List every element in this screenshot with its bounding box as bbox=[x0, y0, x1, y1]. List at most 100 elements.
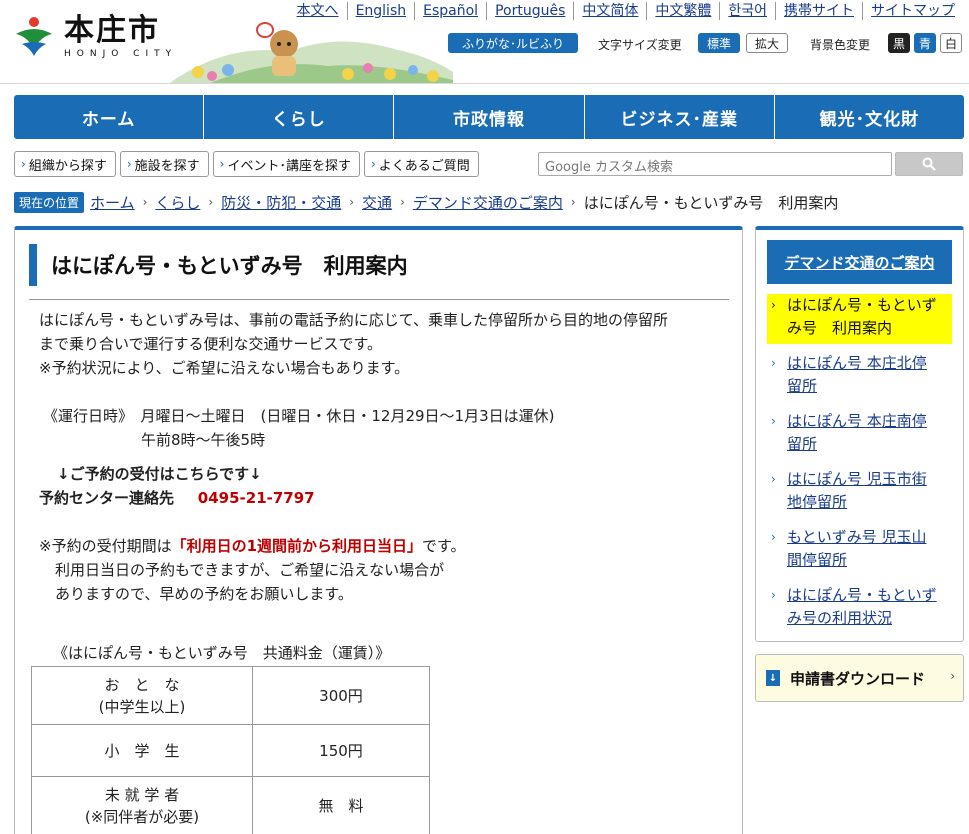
breadcrumb: 現在の位置 ホーム › くらし › 防災・防犯・交通 › 交通 › デマンド交通… bbox=[14, 190, 838, 214]
nav-city-info[interactable]: 市政情報 bbox=[393, 95, 583, 139]
breadcrumb-home[interactable]: ホーム bbox=[90, 192, 135, 213]
global-nav: ホーム くらし 市政情報 ビジネス･産業 観光･文化財 bbox=[14, 95, 964, 139]
table-row: お と な (中学生以上) 300円 bbox=[31, 666, 430, 725]
download-icon: ↓ bbox=[766, 670, 780, 686]
period-note-2: ありますので、早めの予約をお願いします。 bbox=[55, 585, 353, 603]
download-forms-button[interactable]: ↓ 申請書ダウンロード › bbox=[755, 654, 964, 702]
link-mobile-site[interactable]: 携帯サイト bbox=[775, 2, 862, 20]
fare-category-cell: 未 就 学 者 (※同伴者が必要) bbox=[31, 776, 253, 834]
city-emblem-icon bbox=[12, 14, 56, 58]
chevron-right-icon: › bbox=[219, 157, 225, 171]
fare-price-cell: 無 料 bbox=[252, 776, 430, 834]
reserve-phone: 0495-21-7797 bbox=[197, 489, 315, 507]
site-name: 本庄市 bbox=[64, 13, 160, 48]
chevron-right-icon: › bbox=[771, 588, 776, 602]
accessibility-tools: ふりがな･ルビふり 文字サイズ変更 標準 拡大 背景色変更 黒 青 白 bbox=[448, 33, 966, 55]
sidebar-heading[interactable]: デマンド交通のご案内 bbox=[767, 240, 952, 284]
nav-living[interactable]: くらし bbox=[203, 95, 393, 139]
sidebar-item-usage-guide[interactable]: › はにぽん号・もといず み号 利用案内 bbox=[767, 294, 952, 344]
bg-blue-button[interactable]: 青 bbox=[914, 33, 936, 53]
search-by-org-button[interactable]: › 組織から探す bbox=[14, 151, 116, 177]
bg-white-button[interactable]: 白 bbox=[940, 33, 962, 53]
chevron-right-icon: › bbox=[771, 298, 776, 312]
font-size-label: 文字サイズ変更 bbox=[598, 38, 682, 52]
fare-category-cell: 小 学 生 bbox=[31, 724, 253, 777]
chevron-right-icon: › bbox=[950, 669, 955, 683]
intro-line-1: はにぽん号・もといずみ号は、事前の電話予約に応じて、乗車した停留所から目的地の停… bbox=[39, 311, 668, 329]
intro-line-3: ※予約状況により、ご希望に沿えない場合もあります。 bbox=[39, 359, 410, 377]
sidebar-item-kodama-city[interactable]: › はにぽん号 児玉市街 地停留所 bbox=[767, 468, 952, 514]
site-logo[interactable]: 本庄市 HONJO CITY bbox=[12, 14, 177, 60]
search-input[interactable]: Google カスタム検索 bbox=[538, 152, 892, 176]
link-english[interactable]: English bbox=[346, 2, 415, 20]
title-accent-bar bbox=[29, 244, 37, 286]
link-sitemap[interactable]: サイトマップ bbox=[862, 2, 963, 20]
breadcrumb-label: 現在の位置 bbox=[14, 191, 85, 213]
schedule-line-1: 《運行日時》 月曜日～土曜日 (日曜日・休日・12月29日～1月3日は運休) bbox=[43, 407, 555, 425]
sidebar-item-kodama-mountain[interactable]: › もといずみ号 児玉山 間停留所 bbox=[767, 526, 952, 572]
sidebar-menu: デマンド交通のご案内 › はにぽん号・もといず み号 利用案内 › はにぽん号 … bbox=[755, 226, 964, 642]
breadcrumb-demand-transport[interactable]: デマンド交通のご案内 bbox=[413, 192, 563, 213]
table-row: 未 就 学 者 (※同伴者が必要) 無 料 bbox=[31, 776, 430, 834]
chevron-right-icon: › bbox=[349, 195, 355, 209]
fare-table: お と な (中学生以上) 300円 小 学 生 150円 未 就 学 者 (※… bbox=[31, 666, 430, 834]
search-button[interactable] bbox=[895, 152, 963, 176]
site-name-en: HONJO CITY bbox=[64, 49, 178, 59]
chevron-right-icon: › bbox=[771, 472, 776, 486]
breadcrumb-safety[interactable]: 防災・防犯・交通 bbox=[221, 192, 341, 213]
chevron-right-icon: › bbox=[771, 530, 776, 544]
sidebar-item-honjo-north[interactable]: › はにぽん号 本庄北停 留所 bbox=[767, 352, 952, 398]
mascot-illustration bbox=[168, 22, 453, 84]
reserve-label: 予約センター連絡先 bbox=[39, 489, 175, 507]
chevron-right-icon: › bbox=[771, 414, 776, 428]
search-by-facility-button[interactable]: › 施設を探す bbox=[119, 151, 209, 177]
fare-category-cell: お と な (中学生以上) bbox=[31, 666, 253, 725]
intro-line-2: まで乗り合いで運行する便利な交通サービスです。 bbox=[39, 335, 383, 353]
link-skip-to-content[interactable]: 本文へ bbox=[289, 2, 347, 20]
link-chinese-simplified[interactable]: 中文简体 bbox=[573, 2, 646, 20]
period-highlight: 「利用日の1週間前から利用日当日」 bbox=[171, 537, 423, 555]
link-korean[interactable]: 한국어 bbox=[719, 2, 775, 20]
breadcrumb-transport[interactable]: 交通 bbox=[362, 192, 392, 213]
chevron-right-icon: › bbox=[21, 157, 26, 171]
sidebar-item-usage-status[interactable]: › はにぽん号・もといず み号の利用状況 bbox=[767, 584, 952, 630]
reserve-heading: ↓ご予約の受付はこちらです↓ bbox=[57, 465, 262, 483]
period-note-1: 利用日当日の予約もできますが、ご希望に沿えない場合が bbox=[55, 561, 445, 579]
chevron-right-icon: › bbox=[142, 195, 148, 209]
breadcrumb-living[interactable]: くらし bbox=[155, 192, 200, 213]
fare-caption: 《はにぽん号・もといずみ号 共通料金（運賃）》 bbox=[53, 644, 391, 662]
link-chinese-traditional[interactable]: 中文繁體 bbox=[646, 2, 719, 20]
bg-black-button[interactable]: 黒 bbox=[888, 33, 910, 53]
chevron-right-icon: › bbox=[570, 195, 576, 209]
language-links: 本文へ English Español Português 中文简体 中文繁體 … bbox=[289, 2, 963, 20]
download-label: 申請書ダウンロード bbox=[790, 669, 926, 688]
chevron-right-icon: › bbox=[208, 195, 214, 209]
link-portugues[interactable]: Português bbox=[486, 2, 573, 20]
page-title-area: はにぽん号・もといずみ号 利用案内 bbox=[29, 242, 729, 300]
fare-price-cell: 300円 bbox=[252, 666, 430, 725]
site-header: 本庄市 HONJO CITY 本文へ English Español Portu… bbox=[0, 0, 969, 84]
sidebar-item-honjo-south[interactable]: › はにぽん号 本庄南停 留所 bbox=[767, 410, 952, 456]
nav-business[interactable]: ビジネス･産業 bbox=[583, 95, 774, 139]
schedule-line-2: 午前8時～午後5時 bbox=[141, 431, 266, 449]
nav-tourism[interactable]: 観光･文化財 bbox=[773, 95, 964, 139]
font-size-large-button[interactable]: 拡大 bbox=[746, 33, 788, 53]
period-line: ※予約の受付期間は「利用日の1週間前から利用日当日」です。 bbox=[39, 537, 466, 555]
link-espanol[interactable]: Español bbox=[414, 2, 486, 20]
ruby-button[interactable]: ふりがな･ルビふり bbox=[448, 33, 578, 53]
page-title: はにぽん号・もといずみ号 利用案内 bbox=[51, 254, 408, 278]
bg-color-label: 背景色変更 bbox=[810, 38, 871, 52]
breadcrumb-current: はにぽん号・もといずみ号 利用案内 bbox=[583, 193, 839, 212]
search-icon bbox=[922, 157, 936, 171]
faq-button[interactable]: › よくあるご質問 bbox=[363, 151, 479, 177]
chevron-right-icon: › bbox=[771, 356, 776, 370]
table-row: 小 学 生 150円 bbox=[31, 724, 430, 777]
font-size-normal-button[interactable]: 標準 bbox=[698, 33, 740, 53]
nav-home[interactable]: ホーム bbox=[14, 95, 203, 139]
chevron-right-icon: › bbox=[126, 157, 132, 171]
header-divider bbox=[0, 83, 969, 84]
search-events-button[interactable]: › イベント･講座を探す bbox=[212, 151, 360, 177]
chevron-right-icon: › bbox=[370, 157, 376, 171]
sub-nav: › 組織から探す › 施設を探す › イベント･講座を探す › よくあるご質問 bbox=[14, 151, 483, 177]
chevron-right-icon: › bbox=[400, 195, 405, 209]
